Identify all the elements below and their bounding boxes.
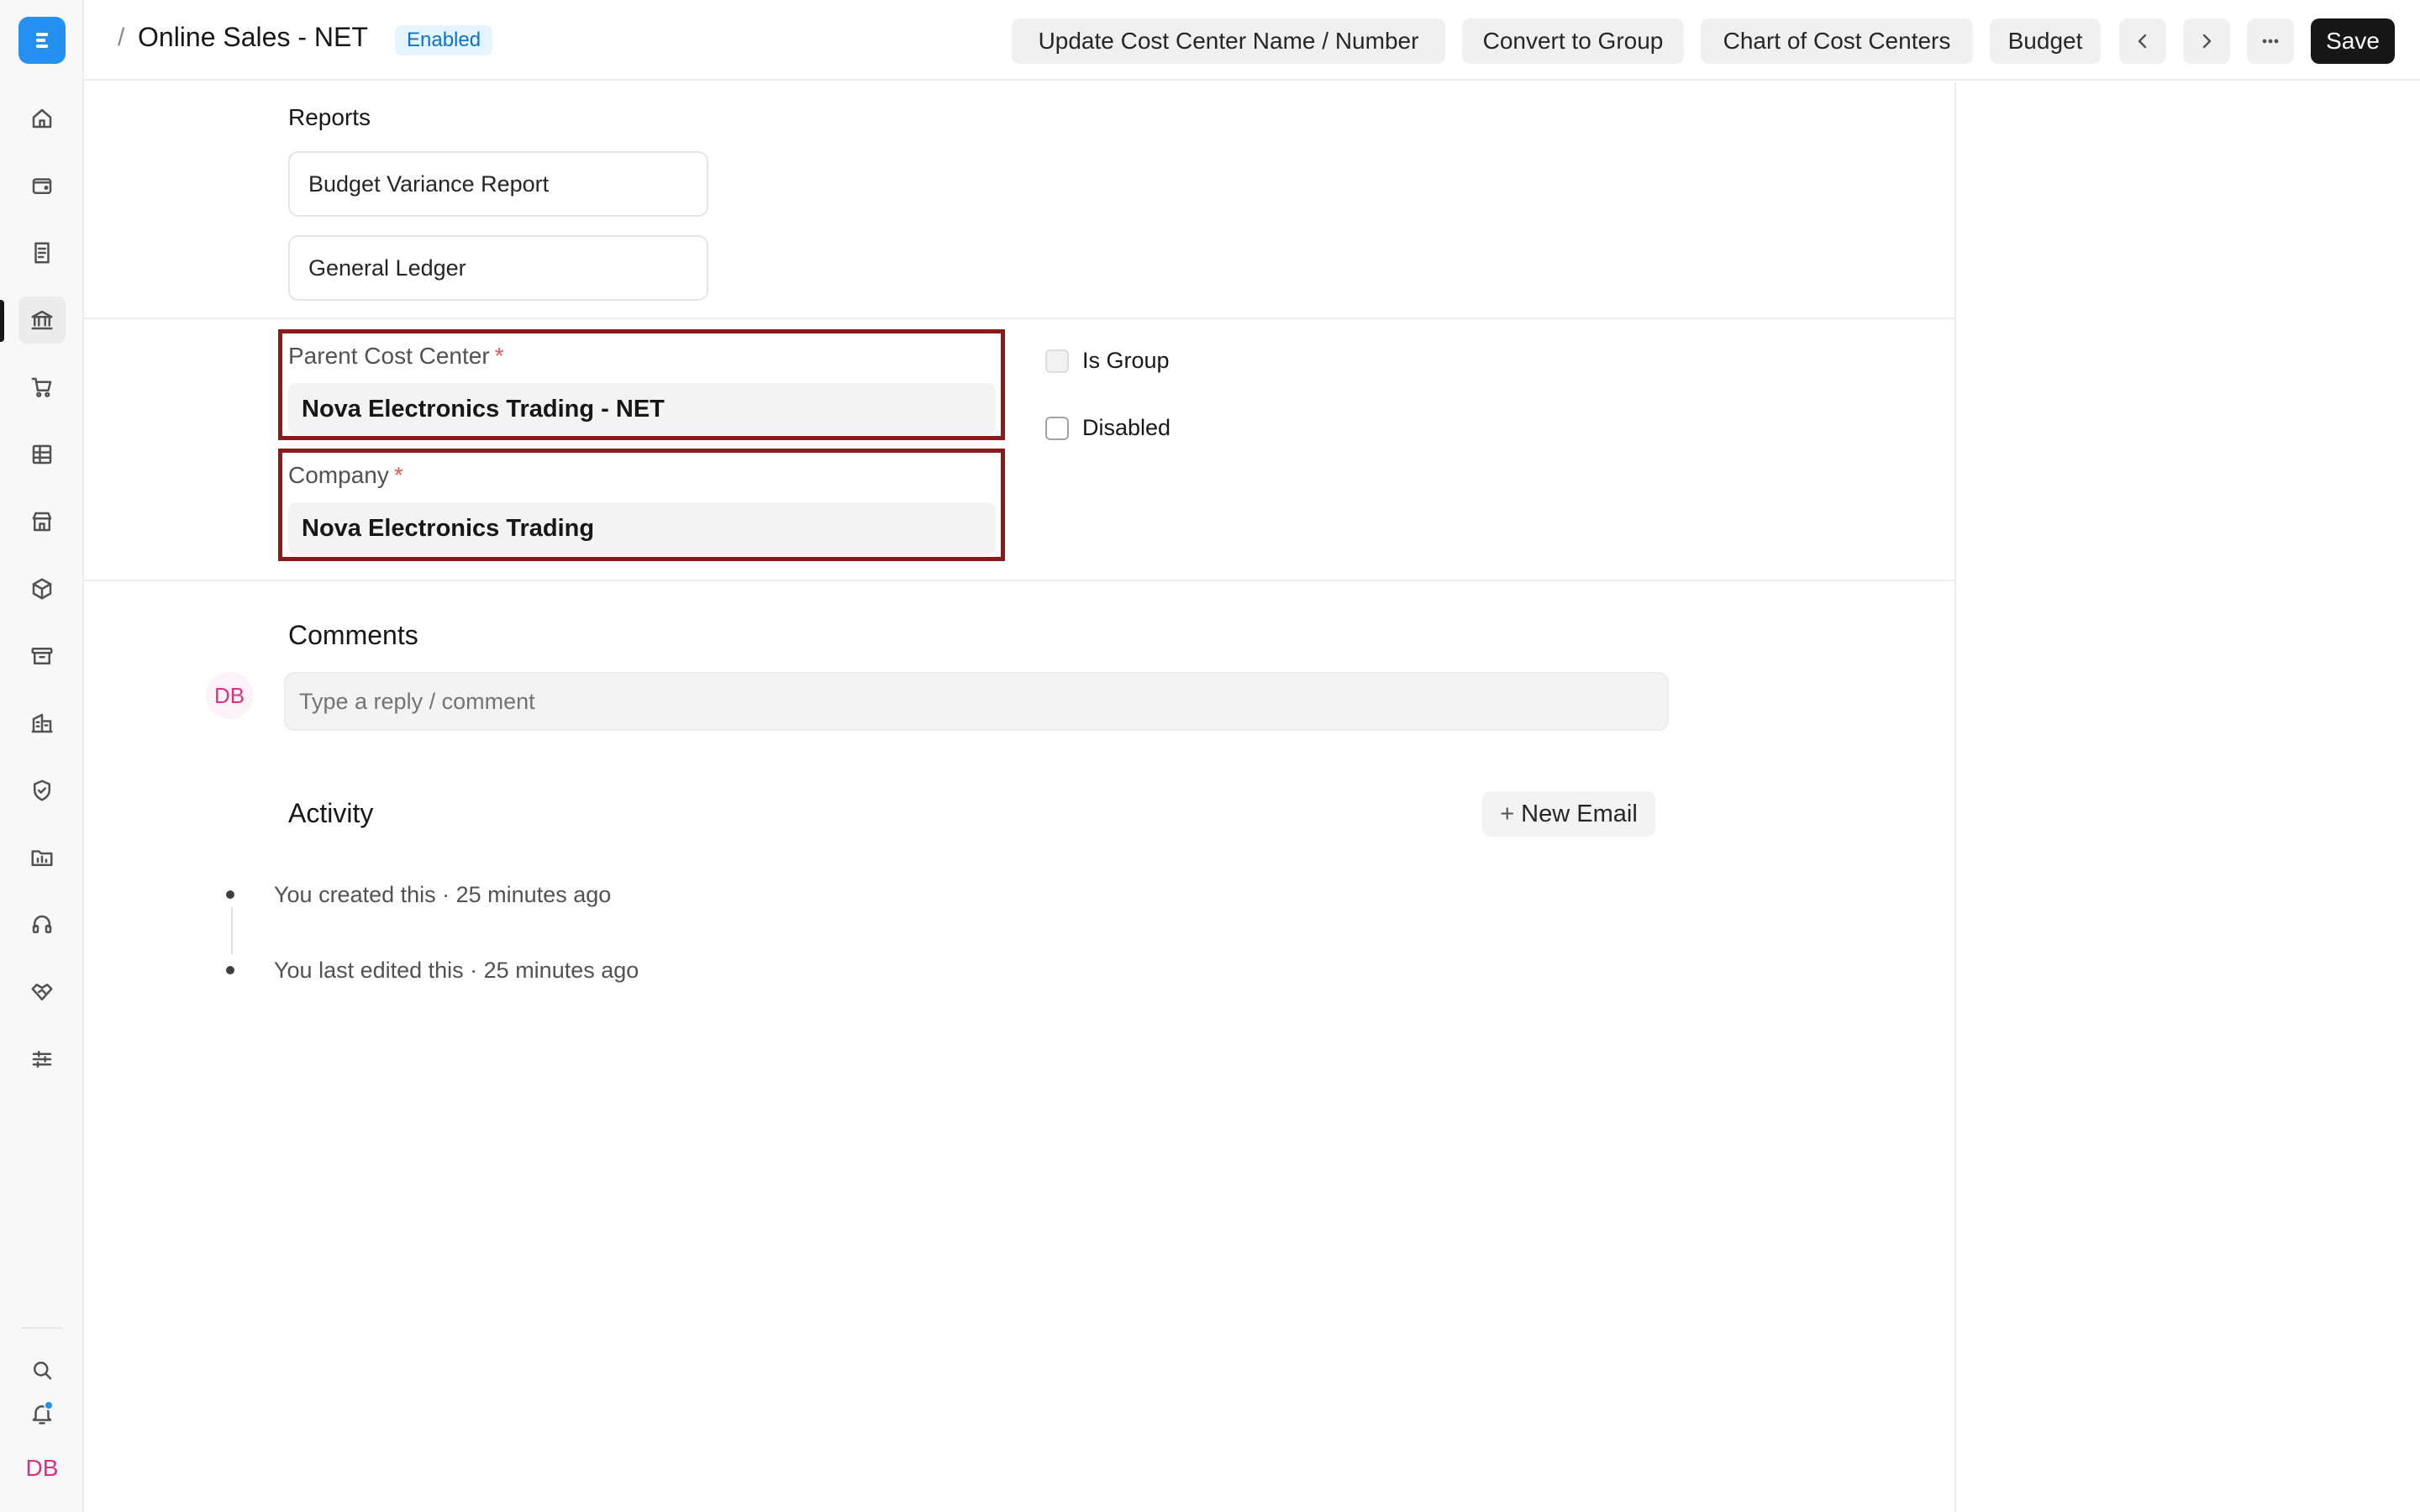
page-header: / Online Sales - NET Enabled Update Cost… — [84, 0, 2420, 81]
home-icon[interactable] — [18, 95, 66, 142]
chevron-right-icon — [2202, 34, 2212, 49]
ellipsis-icon — [2262, 39, 2279, 44]
company-field[interactable]: Nova Electronics Trading — [288, 502, 996, 554]
budget-button[interactable]: Budget — [1990, 18, 2101, 64]
comment-input[interactable]: Type a reply / comment — [284, 672, 1669, 731]
shield-icon[interactable] — [18, 767, 66, 814]
is-group-row: Is Group — [1045, 348, 1170, 374]
chart-of-cost-centers-button[interactable]: Chart of Cost Centers — [1701, 18, 1973, 64]
app-logo[interactable] — [18, 17, 66, 64]
box-icon[interactable] — [18, 565, 66, 612]
comments-heading: Comments — [288, 620, 418, 650]
activity-heading: Activity — [288, 798, 374, 828]
handshake-icon[interactable] — [18, 969, 66, 1016]
disabled-row: Disabled — [1045, 415, 1171, 441]
sidebar-panel-divider — [1954, 82, 1956, 1512]
update-cost-center-name-button[interactable]: Update Cost Center Name / Number — [1012, 18, 1445, 64]
store-icon[interactable] — [18, 498, 66, 545]
timeline-dot — [226, 890, 234, 899]
page-title: Online Sales - NET — [138, 22, 368, 52]
activity-entry: You last edited this · 25 minutes ago — [274, 958, 639, 983]
main-content: Reports Budget Variance Report General L… — [84, 82, 1956, 1512]
more-actions-button[interactable] — [2247, 18, 2294, 64]
is-group-checkbox[interactable] — [1045, 349, 1069, 373]
general-ledger-link[interactable]: General Ledger — [288, 235, 708, 301]
timeline-line — [231, 907, 233, 954]
wallet-icon[interactable] — [18, 162, 66, 209]
company-label: Company * — [288, 462, 403, 488]
plus-icon: + — [1500, 801, 1515, 827]
parent-cost-center-label: Parent Cost Center * — [288, 343, 504, 369]
archive-icon[interactable] — [18, 633, 66, 680]
building-icon[interactable] — [18, 700, 66, 747]
activity-entry: You created this · 25 minutes ago — [274, 882, 612, 907]
timeline-dot — [226, 966, 234, 974]
chevron-left-icon — [2138, 34, 2147, 49]
active-nav-indicator — [0, 300, 4, 342]
save-button[interactable]: Save — [2311, 18, 2395, 64]
section-divider — [84, 318, 1956, 319]
bank-icon[interactable] — [18, 297, 66, 344]
section-divider — [84, 580, 1956, 581]
cart-icon[interactable] — [18, 364, 66, 411]
disabled-checkbox[interactable] — [1045, 416, 1069, 440]
settings-sliders-icon[interactable] — [18, 1036, 66, 1083]
previous-record-button[interactable] — [2119, 18, 2166, 64]
comment-avatar: DB — [206, 672, 253, 719]
convert-to-group-button[interactable]: Convert to Group — [1462, 18, 1684, 64]
new-email-button[interactable]: + New Email — [1482, 791, 1655, 837]
notification-bell-icon[interactable] — [18, 1390, 66, 1437]
new-email-label: New Email — [1521, 801, 1638, 827]
disabled-label: Disabled — [1082, 415, 1171, 440]
user-avatar[interactable]: DB — [18, 1445, 66, 1492]
erpnext-logo-icon — [36, 33, 48, 48]
invoice-icon[interactable] — [18, 229, 66, 276]
required-marker: * — [393, 462, 403, 488]
headset-icon[interactable] — [18, 901, 66, 948]
breadcrumb-separator: / — [118, 24, 125, 51]
search-icon[interactable] — [18, 1347, 66, 1394]
folder-icon[interactable] — [18, 834, 66, 881]
parent-cost-center-field[interactable]: Nova Electronics Trading - NET — [288, 383, 996, 435]
reports-label: Reports — [288, 104, 371, 130]
next-record-button[interactable] — [2183, 18, 2230, 64]
status-badge: Enabled — [395, 25, 493, 55]
is-group-label: Is Group — [1082, 348, 1170, 373]
sidebar: DB — [0, 0, 84, 1512]
table-icon[interactable] — [18, 431, 66, 478]
sidebar-divider — [22, 1327, 62, 1329]
notification-dot — [44, 1400, 54, 1410]
budget-variance-report-link[interactable]: Budget Variance Report — [288, 151, 708, 217]
required-marker: * — [494, 343, 504, 369]
